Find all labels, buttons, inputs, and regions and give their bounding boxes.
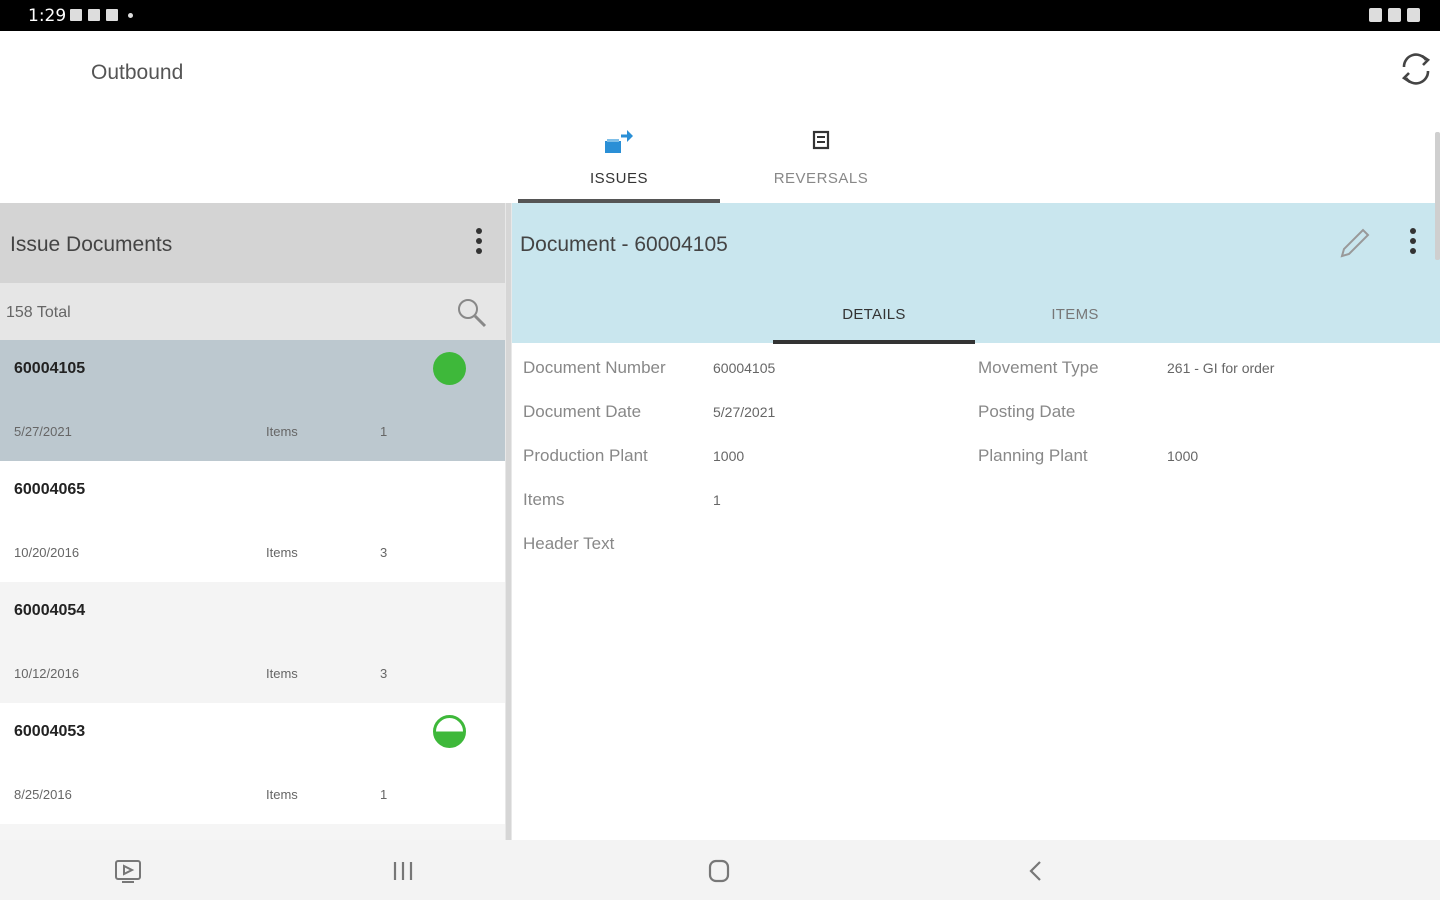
tab-details[interactable]: DETAILS <box>773 293 975 344</box>
system-icons <box>1369 8 1420 22</box>
reversals-icon <box>809 127 833 158</box>
system-navigation-bar <box>0 840 1440 900</box>
battery-icon <box>1407 8 1420 22</box>
items-count: 3 <box>380 545 388 560</box>
status-time: 1:29 <box>28 6 67 26</box>
list-item[interactable]: 60004054 10/12/2016 Items 3 <box>0 582 505 703</box>
sync-button[interactable] <box>1396 49 1436 89</box>
field-label-movement-type: Movement Type <box>978 358 1099 377</box>
field-label-header-text: Header Text <box>523 534 615 553</box>
recent-apps-button[interactable] <box>388 856 418 886</box>
more-notifications-icon <box>128 12 133 18</box>
document-date: 10/20/2016 <box>14 545 80 560</box>
tab-issues-label: ISSUES <box>589 170 649 187</box>
document-date: 5/27/2021 <box>14 424 72 439</box>
items-count: 3 <box>380 666 388 681</box>
field-value-planning-plant: 1000 <box>1167 448 1199 464</box>
list-title: Issue Documents <box>10 233 173 256</box>
field-label-items: Items <box>523 490 565 509</box>
issue-documents-panel: Issue Documents 158 Total 60004105 5/27/… <box>0 203 505 840</box>
back-button[interactable] <box>1021 856 1051 886</box>
document-number: 60004053 <box>14 723 86 740</box>
list-item[interactable]: 60004053 8/25/2016 Items 1 <box>0 703 505 824</box>
search-icon[interactable] <box>456 297 488 334</box>
panel-divider[interactable] <box>505 203 512 840</box>
app-header: Outbound <box>0 31 1440 113</box>
document-date: 8/25/2016 <box>14 787 72 802</box>
notification-icons <box>70 9 133 21</box>
app-title: Outbound <box>91 61 184 84</box>
items-label: Items <box>266 545 298 560</box>
detail-title: Document - 60004105 <box>520 233 728 256</box>
sync-icon <box>1401 53 1431 85</box>
screen-mirror-button[interactable] <box>113 856 143 886</box>
document-number: 60004065 <box>14 481 86 498</box>
status-partial-icon <box>433 715 466 748</box>
screen-mirror-icon <box>115 860 141 883</box>
field-value-items: 1 <box>713 492 721 508</box>
issues-transfer-icon <box>603 127 635 162</box>
main-tab-bar: ISSUES REVERSALS <box>0 113 1440 203</box>
list-search-row: 158 Total <box>0 283 505 340</box>
field-label-production-plant: Production Plant <box>523 446 648 465</box>
list-more-menu-icon[interactable] <box>476 228 482 258</box>
document-date: 10/12/2016 <box>14 666 80 681</box>
tab-reversals[interactable]: REVERSALS <box>720 113 922 203</box>
detail-more-menu-icon[interactable] <box>1410 228 1416 258</box>
document-detail-panel: Document - 60004105 DETAILS ITEMS Docume… <box>512 203 1440 840</box>
status-complete-icon <box>433 352 466 385</box>
list-total-count: 158 Total <box>6 304 71 321</box>
detail-header: Document - 60004105 DETAILS ITEMS <box>512 203 1440 344</box>
key-icon <box>70 9 82 21</box>
items-count: 1 <box>380 787 388 802</box>
recent-apps-icon <box>393 862 413 880</box>
wifi-icon <box>1388 8 1401 22</box>
image-icon <box>88 9 100 21</box>
field-value-production-plant: 1000 <box>713 448 745 464</box>
field-label-document-number: Document Number <box>523 358 666 377</box>
edit-pencil-icon[interactable] <box>1336 225 1372 266</box>
tab-reversals-label: REVERSALS <box>773 170 869 187</box>
tab-issues[interactable]: ISSUES <box>518 113 720 203</box>
items-label: Items <box>266 666 298 681</box>
field-label-document-date: Document Date <box>523 402 642 421</box>
tab-items[interactable]: ITEMS <box>974 293 1176 343</box>
system-status-bar: 1:29 <box>0 0 1440 31</box>
news-icon <box>106 9 118 21</box>
mute-icon <box>1369 8 1382 22</box>
document-number: 60004054 <box>14 602 86 619</box>
document-number: 60004105 <box>14 360 86 377</box>
items-count: 1 <box>380 424 388 439</box>
field-value-movement-type: 261 - GI for order <box>1167 360 1275 376</box>
items-label: Items <box>266 787 298 802</box>
field-label-posting-date: Posting Date <box>978 402 1076 421</box>
list-header: Issue Documents <box>0 203 505 283</box>
tab-items-label: ITEMS <box>1051 306 1099 323</box>
home-icon <box>708 859 730 883</box>
field-value-document-date: 5/27/2021 <box>713 404 776 420</box>
items-label: Items <box>266 424 298 439</box>
field-label-planning-plant: Planning Plant <box>978 446 1088 465</box>
field-value-document-number: 60004105 <box>713 360 776 376</box>
list-item[interactable]: 60004065 10/20/2016 Items 3 <box>0 461 505 582</box>
list-item[interactable]: 60004105 5/27/2021 Items 1 <box>0 340 505 461</box>
tab-details-label: DETAILS <box>842 306 906 323</box>
home-button[interactable] <box>704 856 734 886</box>
scrollbar-thumb[interactable] <box>1435 132 1440 260</box>
back-chevron-icon <box>1029 861 1041 881</box>
